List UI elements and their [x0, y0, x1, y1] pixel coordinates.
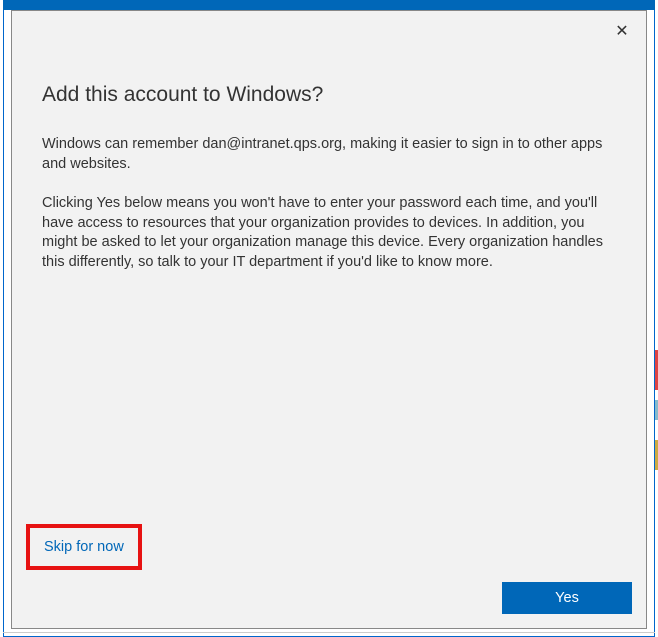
window-bottom-border: [3, 632, 655, 637]
skip-highlight-box: Skip for now: [26, 524, 142, 570]
skip-for-now-link[interactable]: Skip for now: [44, 539, 124, 555]
dialog-content: Add this account to Windows? Windows can…: [12, 11, 646, 322]
dialog-paragraph-1: Windows can remember dan@intranet.qps.or…: [42, 135, 616, 174]
close-icon[interactable]: ✕: [610, 19, 634, 43]
dialog-paragraph-2: Clicking Yes below means you won't have …: [42, 194, 616, 272]
dialog-panel: ✕ Add this account to Windows? Windows c…: [11, 10, 647, 629]
window-top-bar: [3, 0, 655, 10]
yes-button[interactable]: Yes: [502, 582, 632, 614]
dialog-title: Add this account to Windows?: [42, 83, 616, 107]
